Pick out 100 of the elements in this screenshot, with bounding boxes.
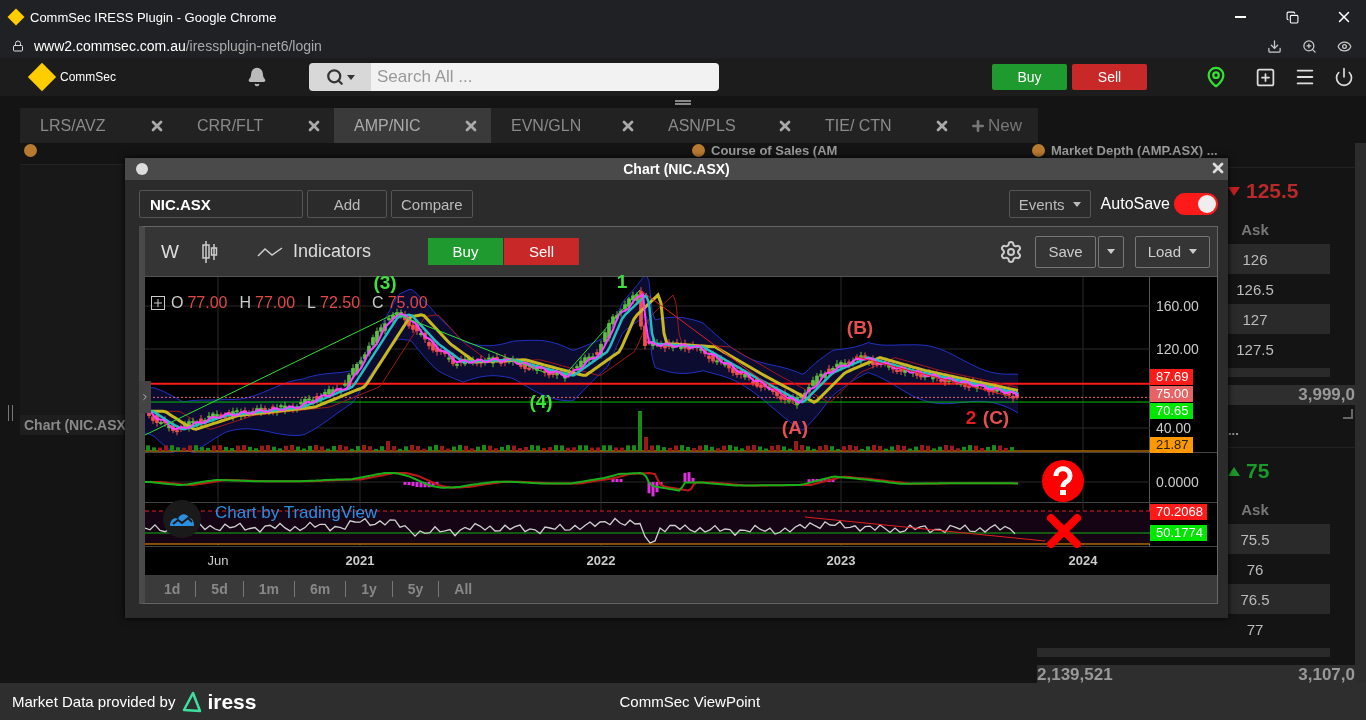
install-icon[interactable]	[1267, 38, 1282, 54]
legend-key: O	[171, 294, 184, 312]
resize-grip-icon[interactable]	[1343, 409, 1353, 419]
line-chart-icon[interactable]	[256, 244, 283, 259]
axis-label: 2021	[345, 553, 375, 568]
table-cell-text: 76	[1245, 560, 1265, 578]
axis-label: 120.00	[1156, 341, 1199, 357]
wave-label: (C)	[982, 409, 1010, 427]
search-field[interactable]: Search All ...	[371, 63, 719, 91]
axis-label: Jun	[207, 553, 229, 568]
total-ask: 3,107,0	[1298, 665, 1355, 683]
indicators-button[interactable]: Indicators	[292, 241, 371, 262]
splitter-handle-icon[interactable]	[7, 405, 13, 421]
window-dot-icon[interactable]	[136, 163, 148, 175]
scrollbar[interactable]	[1355, 143, 1366, 683]
new-tab-button[interactable]: New	[962, 108, 1038, 143]
interval-button[interactable]: W	[161, 240, 179, 263]
buy-button[interactable]: Buy	[428, 238, 503, 265]
lock-icon	[12, 40, 24, 52]
range-button[interactable]: All	[439, 580, 488, 597]
status-dot	[1032, 144, 1045, 157]
restore-icon	[1285, 10, 1299, 24]
watermark-link[interactable]: Chart by TradingView	[215, 503, 378, 523]
candlestick-icon[interactable]	[200, 239, 219, 264]
zoom-icon[interactable]	[1302, 38, 1317, 54]
price-tag: 21.87	[1150, 437, 1193, 453]
buy-button[interactable]: Buy	[992, 64, 1067, 90]
save-menu-button[interactable]	[1097, 235, 1124, 268]
close-button[interactable]	[1210, 160, 1226, 176]
symbol-field[interactable]: NIC.ASX	[139, 190, 303, 218]
panel-title: Course of Sales (AM	[711, 144, 838, 158]
window-title: Chart (NIC.ASX)	[623, 161, 730, 177]
axis-label: 2023	[826, 553, 856, 568]
legend-value: 77.00	[187, 294, 228, 312]
table-cell-text: 126.5	[1235, 280, 1275, 298]
logo-text: CommSec	[60, 70, 116, 84]
legend-value: 72.50	[320, 294, 361, 312]
legend-value: 75.00	[387, 294, 428, 312]
autosave-label: AutoSave	[1100, 195, 1170, 213]
last-price: 75	[1246, 459, 1270, 483]
range-button[interactable]: 1y	[346, 580, 393, 597]
search-icon	[325, 68, 344, 86]
last-price: 125.5	[1246, 179, 1299, 203]
minimize-icon	[1234, 16, 1246, 18]
legend-key: H	[239, 294, 252, 312]
close-icon[interactable]	[1047, 514, 1081, 548]
tab[interactable]: ASN/PLS	[648, 108, 805, 143]
panel-title: Market Depth (AMP.ASX) ...	[1051, 144, 1218, 158]
wave-label: 2	[965, 409, 977, 427]
table-cell-text: 77	[1245, 620, 1265, 638]
range-button[interactable]: 1d	[149, 580, 197, 597]
range-button[interactable]: 1m	[243, 580, 295, 597]
location-pin-icon[interactable]	[1205, 66, 1227, 88]
events-dropdown[interactable]: Events	[1008, 190, 1091, 218]
wave-label: (A)	[781, 419, 809, 437]
eye-icon[interactable]	[1337, 38, 1352, 54]
indicator-tag: 70.2068	[1150, 504, 1207, 520]
range-button[interactable]: 6m	[294, 580, 347, 597]
add-button[interactable]: Add	[307, 190, 387, 218]
status-dot	[24, 144, 37, 157]
load-button[interactable]: Load	[1134, 235, 1210, 268]
axis-label: 40.00	[1156, 420, 1192, 436]
range-button[interactable]: 5d	[196, 580, 244, 597]
search-menu-button[interactable]	[309, 63, 371, 91]
range-button[interactable]: 5y	[392, 580, 440, 597]
autosave-toggle[interactable]	[1174, 193, 1218, 215]
axis-label: 160.00	[1156, 298, 1199, 314]
tab[interactable]: TIE/ CTN	[805, 108, 962, 143]
iress-logo-icon	[181, 689, 204, 714]
tab[interactable]: CRR/FLT	[177, 108, 334, 143]
legend-value: 77.00	[255, 294, 296, 312]
chevron-icon	[140, 392, 150, 402]
tab[interactable]: AMP/NIC	[334, 108, 491, 143]
axis-label: 0.0000	[1156, 474, 1199, 490]
power-icon[interactable]	[1334, 67, 1354, 87]
add-icon[interactable]	[1255, 66, 1276, 88]
tab[interactable]: EVN/GLN	[491, 108, 648, 143]
table-cell-text: 76.5	[1239, 590, 1271, 608]
plus-icon	[970, 117, 986, 134]
footer-title: CommSec ViewPoint	[619, 693, 761, 710]
price-tag: 87.69	[1150, 369, 1193, 385]
price-tag: 70.65	[1150, 403, 1193, 419]
drag-handle-icon[interactable]	[675, 99, 691, 105]
settings-icon[interactable]	[999, 239, 1024, 264]
crosshair-toggle-icon[interactable]	[151, 296, 165, 310]
save-button[interactable]: Save	[1035, 235, 1096, 268]
provider-name: iress	[207, 689, 257, 714]
sell-button[interactable]: Sell	[504, 238, 579, 265]
table-cell-text: 127.5	[1235, 340, 1275, 358]
table-cell-text: 127	[1241, 310, 1269, 328]
compare-button[interactable]: Compare	[391, 190, 473, 218]
tab[interactable]: LRS/AVZ	[20, 108, 177, 143]
help-icon[interactable]	[1042, 460, 1084, 502]
status-dot	[692, 144, 705, 157]
wave-label: (4)	[529, 393, 553, 411]
footer-text: Market Data provided by	[12, 693, 176, 710]
panel-title: ...	[1228, 424, 1239, 438]
sell-button[interactable]: Sell	[1072, 64, 1147, 90]
axis-label: 2024	[1068, 553, 1098, 568]
bell-icon[interactable]	[247, 67, 267, 87]
